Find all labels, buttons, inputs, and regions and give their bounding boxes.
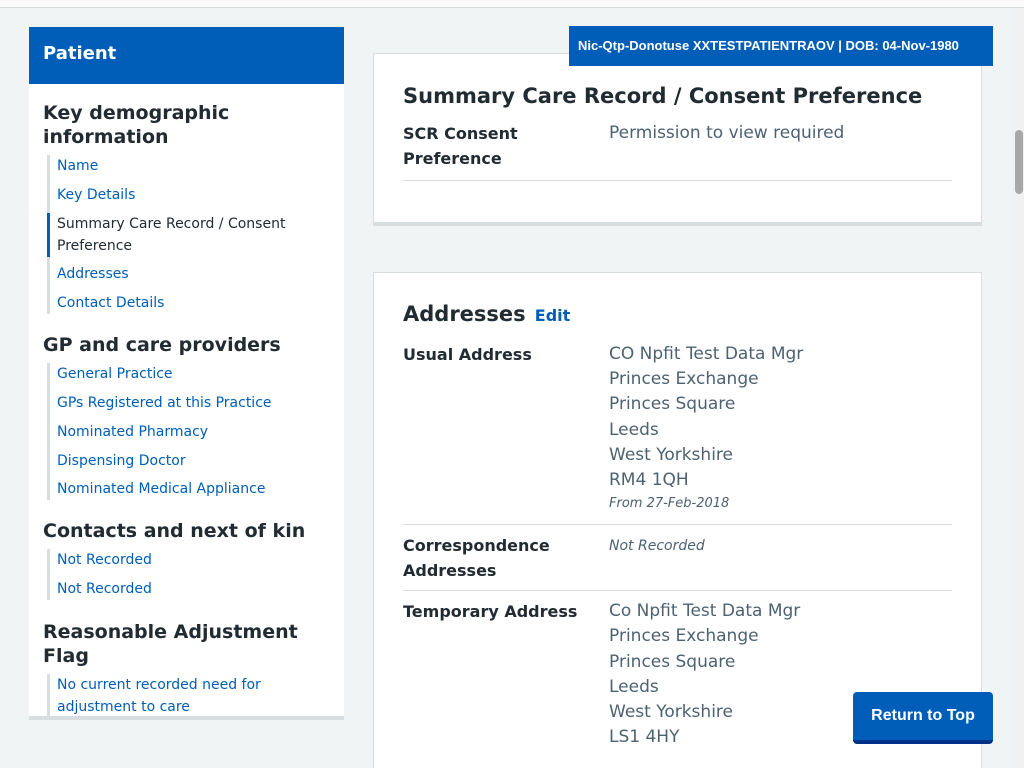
nav-item-adjustment[interactable]: No current recorded need for adjustment … <box>50 674 270 718</box>
correspondence-not-recorded: Not Recorded <box>609 538 705 555</box>
nav-list-adjustment: No current recorded need for adjustment … <box>47 674 330 719</box>
nav-item-gps-registered[interactable]: GPs Registered at this Practice <box>50 392 330 414</box>
usual-address-line: West Yorkshire <box>609 444 733 465</box>
correspondence-row: Correspondence Addresses Not Recorded <box>403 525 952 592</box>
addresses-header: Addresses Edit <box>403 302 952 326</box>
sidebar-title: Patient <box>29 27 344 84</box>
usual-address-line: Leeds <box>609 419 659 440</box>
nav-item-key-details[interactable]: Key Details <box>50 184 330 206</box>
nav-section-adjustment: Reasonable Adjustment Flag No current re… <box>29 620 344 719</box>
nav-list-gp: General Practice GPs Registered at this … <box>47 363 330 501</box>
nav-heading-adjustment: Reasonable Adjustment Flag <box>43 621 298 668</box>
temporary-address-line: Co Npfit Test Data Mgr <box>609 601 801 622</box>
usual-address-from-date: From 27-Feb-2018 <box>609 496 730 512</box>
nav-item-addresses[interactable]: Addresses <box>50 263 330 285</box>
usual-address-line: Princes Exchange <box>609 369 759 390</box>
nav-heading-contacts: Contacts and next of kin <box>43 520 306 543</box>
usual-address-value: CO Npfit Test Data Mgr Princes Exchange … <box>609 342 803 515</box>
usual-address-line: RM4 1QH <box>609 470 689 491</box>
usual-address-row: Usual Address CO Npfit Test Data Mgr Pri… <box>403 342 952 526</box>
return-to-top-button[interactable]: Return to Top <box>853 692 993 744</box>
temporary-address-label: Temporary Address <box>403 602 578 622</box>
scr-consent-card: Summary Care Record / Consent Preference… <box>373 53 982 226</box>
nav-heading-gp: GP and care providers <box>43 334 281 357</box>
nav-item-contact-2[interactable]: Not Recorded <box>50 578 330 600</box>
temporary-address-value: Co Npfit Test Data Mgr Princes Exchange … <box>609 599 800 750</box>
usual-address-line: Princes Square <box>609 394 736 415</box>
nav-item-medical-appliance[interactable]: Nominated Medical Appliance <box>50 478 330 500</box>
nav-item-scr-consent[interactable]: Summary Care Record / Consent Preference <box>47 212 330 257</box>
temporary-address-line: Princes Square <box>609 651 736 672</box>
usual-address-line: CO Npfit Test Data Mgr <box>609 344 804 364</box>
nav-section-gp: GP and care providers General Practice G… <box>29 333 344 501</box>
nav-heading-demographics: Key demographic information <box>43 102 230 148</box>
usual-address-label: Usual Address <box>403 345 532 364</box>
temporary-address-line: Leeds <box>609 676 659 697</box>
nav-item-general-practice[interactable]: General Practice <box>50 363 330 385</box>
nav-section-demographics: Key demographic information Name Key Det… <box>29 101 344 315</box>
scrollbar-thumb[interactable] <box>1015 130 1023 194</box>
scr-card-title: Summary Care Record / Consent Preference <box>403 84 923 108</box>
scr-consent-row: SCR Consent Preference Permission to vie… <box>403 121 952 181</box>
temporary-address-line: LS1 4HY <box>609 727 680 748</box>
addresses-edit-link[interactable]: Edit <box>535 306 571 325</box>
page-scrollbar[interactable] <box>1012 8 1024 768</box>
patient-banner: Nic-Qtp-Donotuse XXTESTPATIENTRAOV | DOB… <box>569 26 993 66</box>
nav-item-contact-details[interactable]: Contact Details <box>50 292 330 314</box>
addresses-title: Addresses <box>403 302 526 326</box>
temporary-address-line: West Yorkshire <box>609 702 733 723</box>
nav-item-nominated-pharmacy[interactable]: Nominated Pharmacy <box>50 421 330 443</box>
temporary-address-line: Princes Exchange <box>609 626 759 647</box>
correspondence-label: Correspondence Addresses <box>403 536 550 581</box>
scr-consent-value: Permission to view required <box>609 123 845 143</box>
nav-section-contacts: Contacts and next of kin Not Recorded No… <box>29 519 344 601</box>
browser-top-edge <box>0 0 1024 8</box>
nav-item-dispensing-doctor[interactable]: Dispensing Doctor <box>50 450 330 472</box>
patient-sidebar: Patient Key demographic information Name… <box>29 27 344 720</box>
nav-item-name[interactable]: Name <box>50 155 330 177</box>
nav-item-contact-1[interactable]: Not Recorded <box>50 549 330 571</box>
correspondence-value: Not Recorded <box>609 533 705 583</box>
nav-list-demographics: Name Key Details Summary Care Record / C… <box>47 155 330 315</box>
nav-list-contacts: Not Recorded Not Recorded <box>47 549 330 601</box>
scr-consent-label: SCR Consent Preference <box>403 124 518 168</box>
